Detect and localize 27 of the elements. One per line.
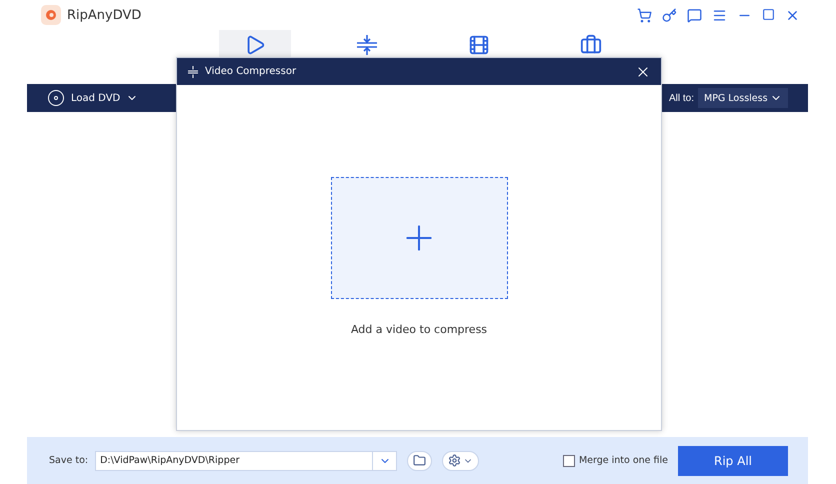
film-icon	[468, 34, 490, 56]
save-path-field[interactable]: D:\VidPaw\RipAnyDVD\Ripper	[95, 450, 398, 470]
merge-checkbox[interactable]	[562, 454, 575, 466]
cart-icon[interactable]	[637, 8, 652, 22]
rip-all-button[interactable]: Rip All	[678, 446, 788, 476]
merge-label: Merge into one file	[578, 455, 668, 466]
convert-label: All to:	[668, 92, 694, 104]
compress-icon	[354, 34, 378, 56]
feedback-icon[interactable]	[687, 8, 702, 22]
menu-icon[interactable]	[712, 8, 727, 22]
dialog-title: Video Compressor	[205, 66, 296, 77]
key-icon[interactable]	[662, 8, 677, 22]
save-to-label: Save to:	[49, 455, 88, 466]
maximize-icon[interactable]	[762, 8, 775, 20]
settings-icon	[448, 454, 462, 467]
drop-hint: Add a video to compress	[350, 323, 488, 336]
app-name: RipAnyDVD	[67, 8, 142, 22]
compress-icon	[187, 66, 199, 78]
format-select[interactable]: MPG Lossless	[698, 88, 788, 108]
mode-tab[interactable]	[218, 30, 290, 60]
folder-icon	[413, 454, 426, 467]
load-dvd-button[interactable]: Load DVD	[47, 89, 138, 107]
disc-icon	[47, 89, 65, 107]
open-folder-button[interactable]	[407, 450, 432, 470]
toolbox-icon	[580, 34, 602, 56]
app-logo-icon	[41, 5, 61, 25]
settings-button[interactable]	[442, 450, 480, 470]
